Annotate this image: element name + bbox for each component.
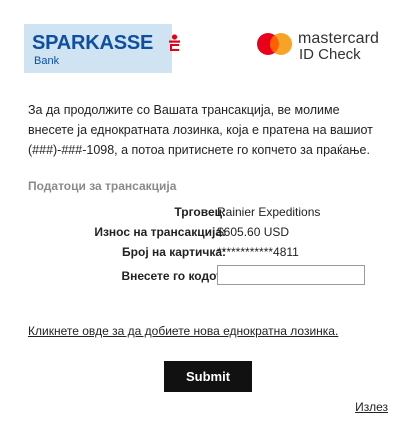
detail-row-merchant: Трговец: Rainier Expeditions	[28, 203, 408, 223]
detail-row-card-number: Број на картичка: ************4811	[28, 243, 408, 263]
mastercard-wordmark: mastercard	[298, 30, 380, 47]
bank-logo: SPARKASSE Bank	[24, 24, 180, 73]
sparkasse-s-icon	[169, 34, 180, 51]
exit-link[interactable]: Излез	[355, 400, 388, 414]
section-title: Податоци за трансакција	[28, 179, 177, 193]
resend-otp-link[interactable]: Кликнете овде за да добиете нова еднокра…	[28, 324, 338, 338]
mastercard-circles-icon	[257, 33, 292, 55]
code-label: Внесете го кодот:	[121, 269, 226, 283]
detail-row-code: Внесете го кодот:	[28, 265, 408, 287]
mastercard-id-check-logo: mastercard ID Check	[256, 30, 396, 66]
id-check-wordmark: ID Check	[299, 46, 361, 63]
amount-value: $605.60 USD	[217, 225, 290, 239]
instructions-text: За да продолжите со Вашата трансакција, …	[28, 103, 373, 157]
amount-label: Износ на трансакција:	[94, 225, 226, 239]
bank-logo-name: SPARKASSE	[32, 32, 154, 54]
merchant-value: Rainier Expeditions	[217, 205, 321, 219]
card-number-value: ************4811	[217, 245, 299, 259]
bank-logo-sub: Bank	[34, 55, 60, 67]
otp-code-input[interactable]	[217, 265, 365, 285]
submit-button[interactable]: Submit	[164, 361, 252, 392]
card-number-label: Број на картичка:	[122, 245, 226, 259]
detail-row-amount: Износ на трансакција: $605.60 USD	[28, 223, 408, 243]
